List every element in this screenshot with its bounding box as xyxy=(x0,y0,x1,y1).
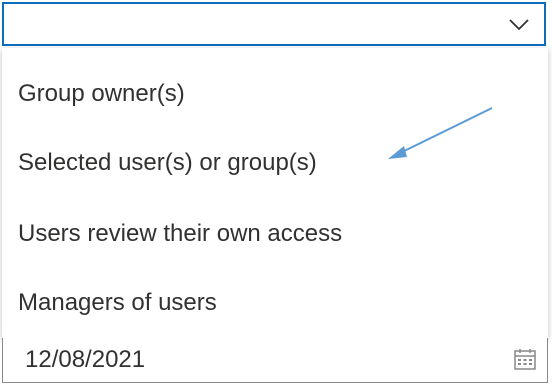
option-users-review-own-access[interactable]: Users review their own access xyxy=(18,220,342,248)
arrow-annotation-icon xyxy=(388,107,493,159)
reviewer-selection-panel: Group owner(s) Selected user(s) or group… xyxy=(0,0,552,385)
option-group-owners[interactable]: Group owner(s) xyxy=(18,80,185,108)
start-date-value: 12/08/2021 xyxy=(25,346,146,373)
chevron-down-icon[interactable] xyxy=(508,14,530,36)
reviewers-dropdown[interactable] xyxy=(2,2,546,46)
calendar-icon[interactable] xyxy=(513,348,537,372)
option-selected-users-or-groups[interactable]: Selected user(s) or group(s) xyxy=(18,149,317,177)
start-date-field[interactable]: 12/08/2021 xyxy=(2,338,548,383)
option-managers-of-users[interactable]: Managers of users xyxy=(18,289,217,317)
dropdown-options-list: Group owner(s) Selected user(s) or group… xyxy=(2,48,548,338)
